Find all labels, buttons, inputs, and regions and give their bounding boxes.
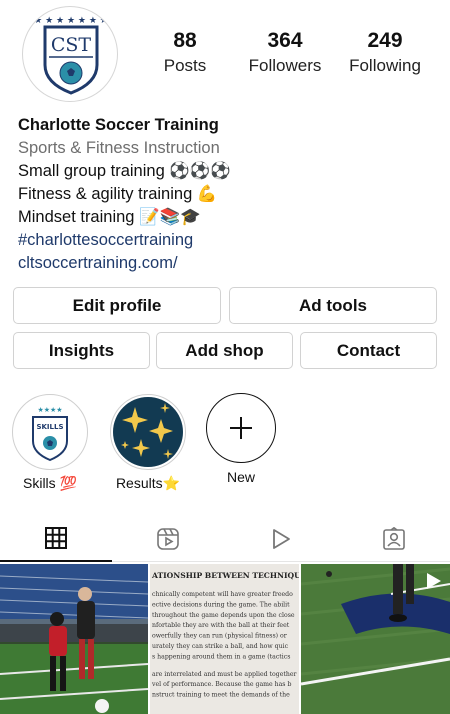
new-highlight-ring xyxy=(206,393,276,463)
avatar-text: CST xyxy=(51,34,92,56)
article-line: throughout the game depends upon the clo… xyxy=(152,612,295,619)
article-line: chnically competent will have greater fr… xyxy=(152,591,293,598)
svg-text:★ ★ ★ ★ ★ ★ ★: ★ ★ ★ ★ ★ ★ ★ xyxy=(34,16,108,26)
followers-label: Followers xyxy=(248,56,322,75)
tab-grid[interactable] xyxy=(0,516,112,562)
following-label: Following xyxy=(349,56,421,75)
profile-category: Sports & Fitness Instruction xyxy=(18,139,220,157)
skills-badge-icon: ★★★★ SKILLS xyxy=(15,397,85,467)
cst-logo: ★ ★ ★ ★ ★ ★ ★ CST xyxy=(34,16,108,95)
stars-icon xyxy=(113,397,183,467)
plus-icon xyxy=(230,417,252,439)
article-line: are interrelated and must be applied tog… xyxy=(152,671,297,678)
article-line: owerfully they can run (physical fitness… xyxy=(152,633,287,640)
bio-line: Small group training ⚽⚽⚽ xyxy=(18,162,231,180)
profile-name: Charlotte Soccer Training xyxy=(18,116,219,134)
posts-count: 88 xyxy=(173,29,197,52)
hashtag-link[interactable]: #charlottesoccertraining xyxy=(18,229,438,252)
reels-icon xyxy=(157,528,179,550)
new-highlight-button[interactable]: New xyxy=(201,393,281,485)
svg-text:SKILLS: SKILLS xyxy=(36,423,63,431)
edit-profile-button[interactable]: Edit profile xyxy=(13,287,221,324)
article-line: s happening around them in a game (tacti… xyxy=(152,653,290,660)
profile-avatar[interactable]: ★ ★ ★ ★ ★ ★ ★ CST xyxy=(22,6,118,102)
svg-text:★★★★: ★★★★ xyxy=(37,406,62,414)
video-icon xyxy=(273,529,290,549)
highlight-ring xyxy=(110,394,186,470)
ad-tools-button[interactable]: Ad tools xyxy=(229,287,437,324)
insights-button[interactable]: Insights xyxy=(13,332,150,369)
posts-label: Posts xyxy=(163,56,207,75)
post-thumbnail[interactable] xyxy=(301,564,450,714)
add-shop-button[interactable]: Add shop xyxy=(156,332,293,369)
article-heading: ATIONSHIP BETWEEN TECHNIQUE xyxy=(151,571,299,580)
video-indicator-icon xyxy=(427,573,441,589)
following-count: 249 xyxy=(367,29,403,52)
tagged-icon xyxy=(383,527,405,550)
training-photo xyxy=(0,564,148,714)
highlight-results[interactable]: Results⭐ xyxy=(108,394,188,492)
highlight-label: New xyxy=(226,469,255,485)
tab-reels[interactable] xyxy=(112,516,224,562)
tab-tagged[interactable] xyxy=(338,516,450,562)
grid-icon xyxy=(45,527,67,549)
article-line: nfortable they are with the ball at thei… xyxy=(152,622,290,629)
highlight-label: Results⭐ xyxy=(115,475,181,491)
tab-videos[interactable] xyxy=(225,516,337,562)
profile-stats: 88 Posts 364 Followers 249 Following xyxy=(140,28,440,88)
website-link[interactable]: cltsoccertraining.com/ xyxy=(18,252,438,275)
posts-grid: ATIONSHIP BETWEEN TECHNIQUE chnically co… xyxy=(0,564,450,714)
highlight-skills[interactable]: ★★★★ SKILLS Skills 💯 xyxy=(10,394,90,492)
followers-count: 364 xyxy=(267,29,303,52)
highlight-label: Skills 💯 xyxy=(23,475,77,491)
highlight-ring: ★★★★ SKILLS xyxy=(12,394,88,470)
post-thumbnail[interactable]: ATIONSHIP BETWEEN TECHNIQUE chnically co… xyxy=(150,564,299,714)
article-line: vel of performance. Because the game has… xyxy=(151,681,291,688)
bio-line: Fitness & agility training 💪 xyxy=(18,185,218,203)
followers-stat[interactable]: 364 Followers xyxy=(235,28,335,78)
following-stat[interactable]: 249 Following xyxy=(335,28,435,78)
post-thumbnail[interactable] xyxy=(0,564,148,714)
bio-line: Mindset training 📝📚🎓 xyxy=(18,208,201,226)
profile-bio: Charlotte Soccer Training Sports & Fitne… xyxy=(18,114,438,275)
contact-button[interactable]: Contact xyxy=(300,332,437,369)
article-line: urately they can strike a ball, and how … xyxy=(152,643,289,650)
posts-stat[interactable]: 88 Posts xyxy=(135,28,235,78)
article-page: ATIONSHIP BETWEEN TECHNIQUE chnically co… xyxy=(150,564,299,714)
profile-tabs xyxy=(0,516,450,562)
article-line: nstruct training to meet the demands of … xyxy=(152,692,290,699)
article-line: ective decisions during the game. The ab… xyxy=(152,601,290,608)
